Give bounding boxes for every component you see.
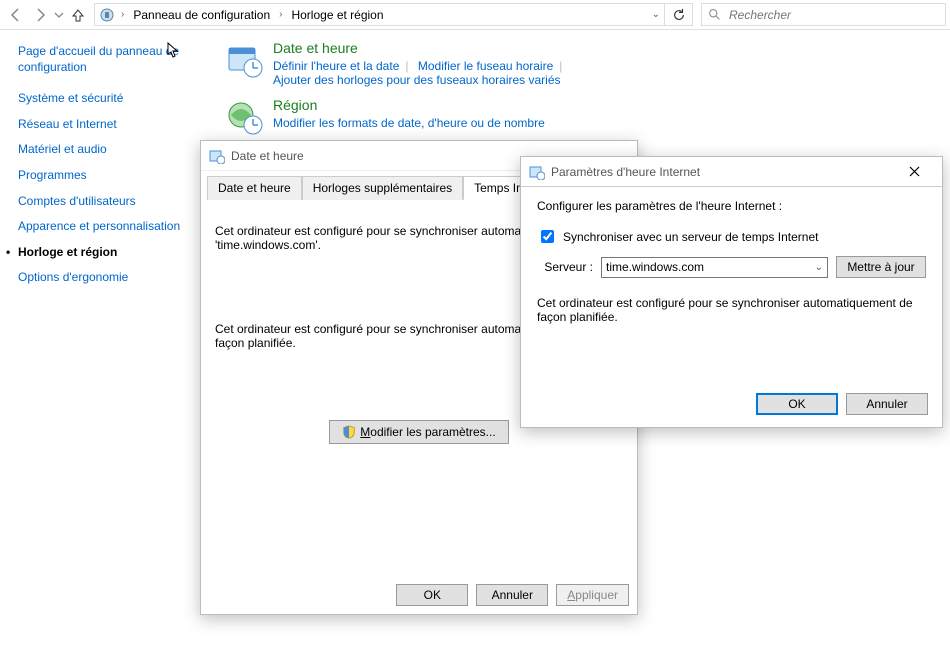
sidebar-item-hardware[interactable]: Matériel et audio	[18, 142, 205, 158]
dialog-internet-time-settings: Paramètres d'heure Internet Configurer l…	[520, 156, 943, 428]
sidebar-item-accessibility[interactable]: Options d'ergonomie	[18, 270, 205, 286]
link-change-timezone[interactable]: Modifier le fuseau horaire	[418, 59, 553, 73]
section-title-region[interactable]: Région	[273, 97, 545, 113]
schedule-text: Cet ordinateur est configuré pour se syn…	[537, 296, 926, 324]
section-date-time: Date et heure Définir l'heure et la date…	[225, 40, 930, 87]
control-panel-icon	[99, 7, 115, 23]
chevron-down-icon[interactable]: ⌄	[652, 9, 660, 20]
shield-icon	[342, 425, 356, 439]
dialog2-body: Configurer les paramètres de l'heure Int…	[521, 187, 942, 348]
apply-button: Appliquer	[556, 584, 629, 606]
chevron-right-icon: ›	[119, 9, 126, 20]
recent-dropdown[interactable]	[52, 3, 66, 27]
dialog2-title: Paramètres d'heure Internet	[551, 165, 700, 179]
explorer-toolbar: › Panneau de configuration › Horloge et …	[0, 0, 950, 30]
search-input[interactable]	[727, 7, 939, 23]
modify-settings-label: Modifier les paramètres...	[360, 425, 495, 439]
cancel-button[interactable]: Annuler	[846, 393, 928, 415]
dialog-title: Date et heure	[231, 149, 304, 163]
link-additional-clocks[interactable]: Ajouter des horloges pour des fuseaux ho…	[273, 73, 561, 87]
chevron-right-icon: ›	[277, 9, 284, 20]
dialog-actions: OK Annuler Appliquer	[396, 584, 629, 606]
calendar-clock-icon	[225, 40, 267, 82]
tab-date-time[interactable]: Date et heure	[207, 176, 302, 200]
server-value: time.windows.com	[606, 260, 704, 274]
sidebar-item-clock-region[interactable]: Horloge et région	[18, 245, 205, 261]
sidebar-home[interactable]: Page d'accueil du panneau de configurati…	[18, 44, 205, 75]
update-now-button[interactable]: Mettre à jour	[836, 256, 926, 278]
server-select[interactable]: time.windows.com ⌄	[601, 257, 828, 278]
cancel-button[interactable]: Annuler	[476, 584, 548, 606]
search-icon	[708, 8, 721, 21]
dialog2-actions: OK Annuler	[756, 393, 928, 415]
close-button[interactable]	[894, 158, 934, 186]
ok-button[interactable]: OK	[756, 393, 838, 415]
dialog-icon	[529, 164, 545, 180]
breadcrumb-clock-region[interactable]: Horloge et région	[288, 7, 386, 23]
section-title-date-time[interactable]: Date et heure	[273, 40, 568, 56]
up-button[interactable]	[66, 3, 90, 27]
link-change-formats[interactable]: Modifier les formats de date, d'heure ou…	[273, 116, 545, 130]
forward-button[interactable]	[28, 3, 52, 27]
link-set-time[interactable]: Définir l'heure et la date	[273, 59, 399, 73]
search-box[interactable]	[701, 3, 946, 26]
back-button[interactable]	[4, 3, 28, 27]
intro-text: Configurer les paramètres de l'heure Int…	[537, 199, 926, 213]
sidebar-item-network[interactable]: Réseau et Internet	[18, 117, 205, 133]
sidebar: Page d'accueil du panneau de configurati…	[0, 30, 215, 296]
sync-checkbox[interactable]	[541, 230, 554, 243]
modify-settings-button[interactable]: Modifier les paramètres...	[329, 420, 509, 444]
sidebar-item-appearance[interactable]: Apparence et personnalisation	[18, 219, 205, 235]
ok-button[interactable]: OK	[396, 584, 468, 606]
server-label: Serveur :	[537, 260, 593, 274]
section-region: Région Modifier les formats de date, d'h…	[225, 97, 930, 139]
sidebar-item-programs[interactable]: Programmes	[18, 168, 205, 184]
sync-checkbox-label: Synchroniser avec un serveur de temps In…	[563, 230, 818, 244]
sidebar-item-accounts[interactable]: Comptes d'utilisateurs	[18, 194, 205, 210]
address-bar[interactable]: › Panneau de configuration › Horloge et …	[94, 3, 665, 26]
sidebar-item-system[interactable]: Système et sécurité	[18, 91, 205, 107]
breadcrumb-control-panel[interactable]: Panneau de configuration	[130, 7, 273, 23]
chevron-down-icon: ⌄	[815, 262, 823, 273]
dialog2-titlebar[interactable]: Paramètres d'heure Internet	[521, 157, 942, 187]
refresh-button[interactable]	[665, 3, 693, 26]
dialog-icon	[209, 148, 225, 164]
globe-clock-icon	[225, 97, 267, 139]
tab-additional-clocks[interactable]: Horloges supplémentaires	[302, 176, 463, 200]
